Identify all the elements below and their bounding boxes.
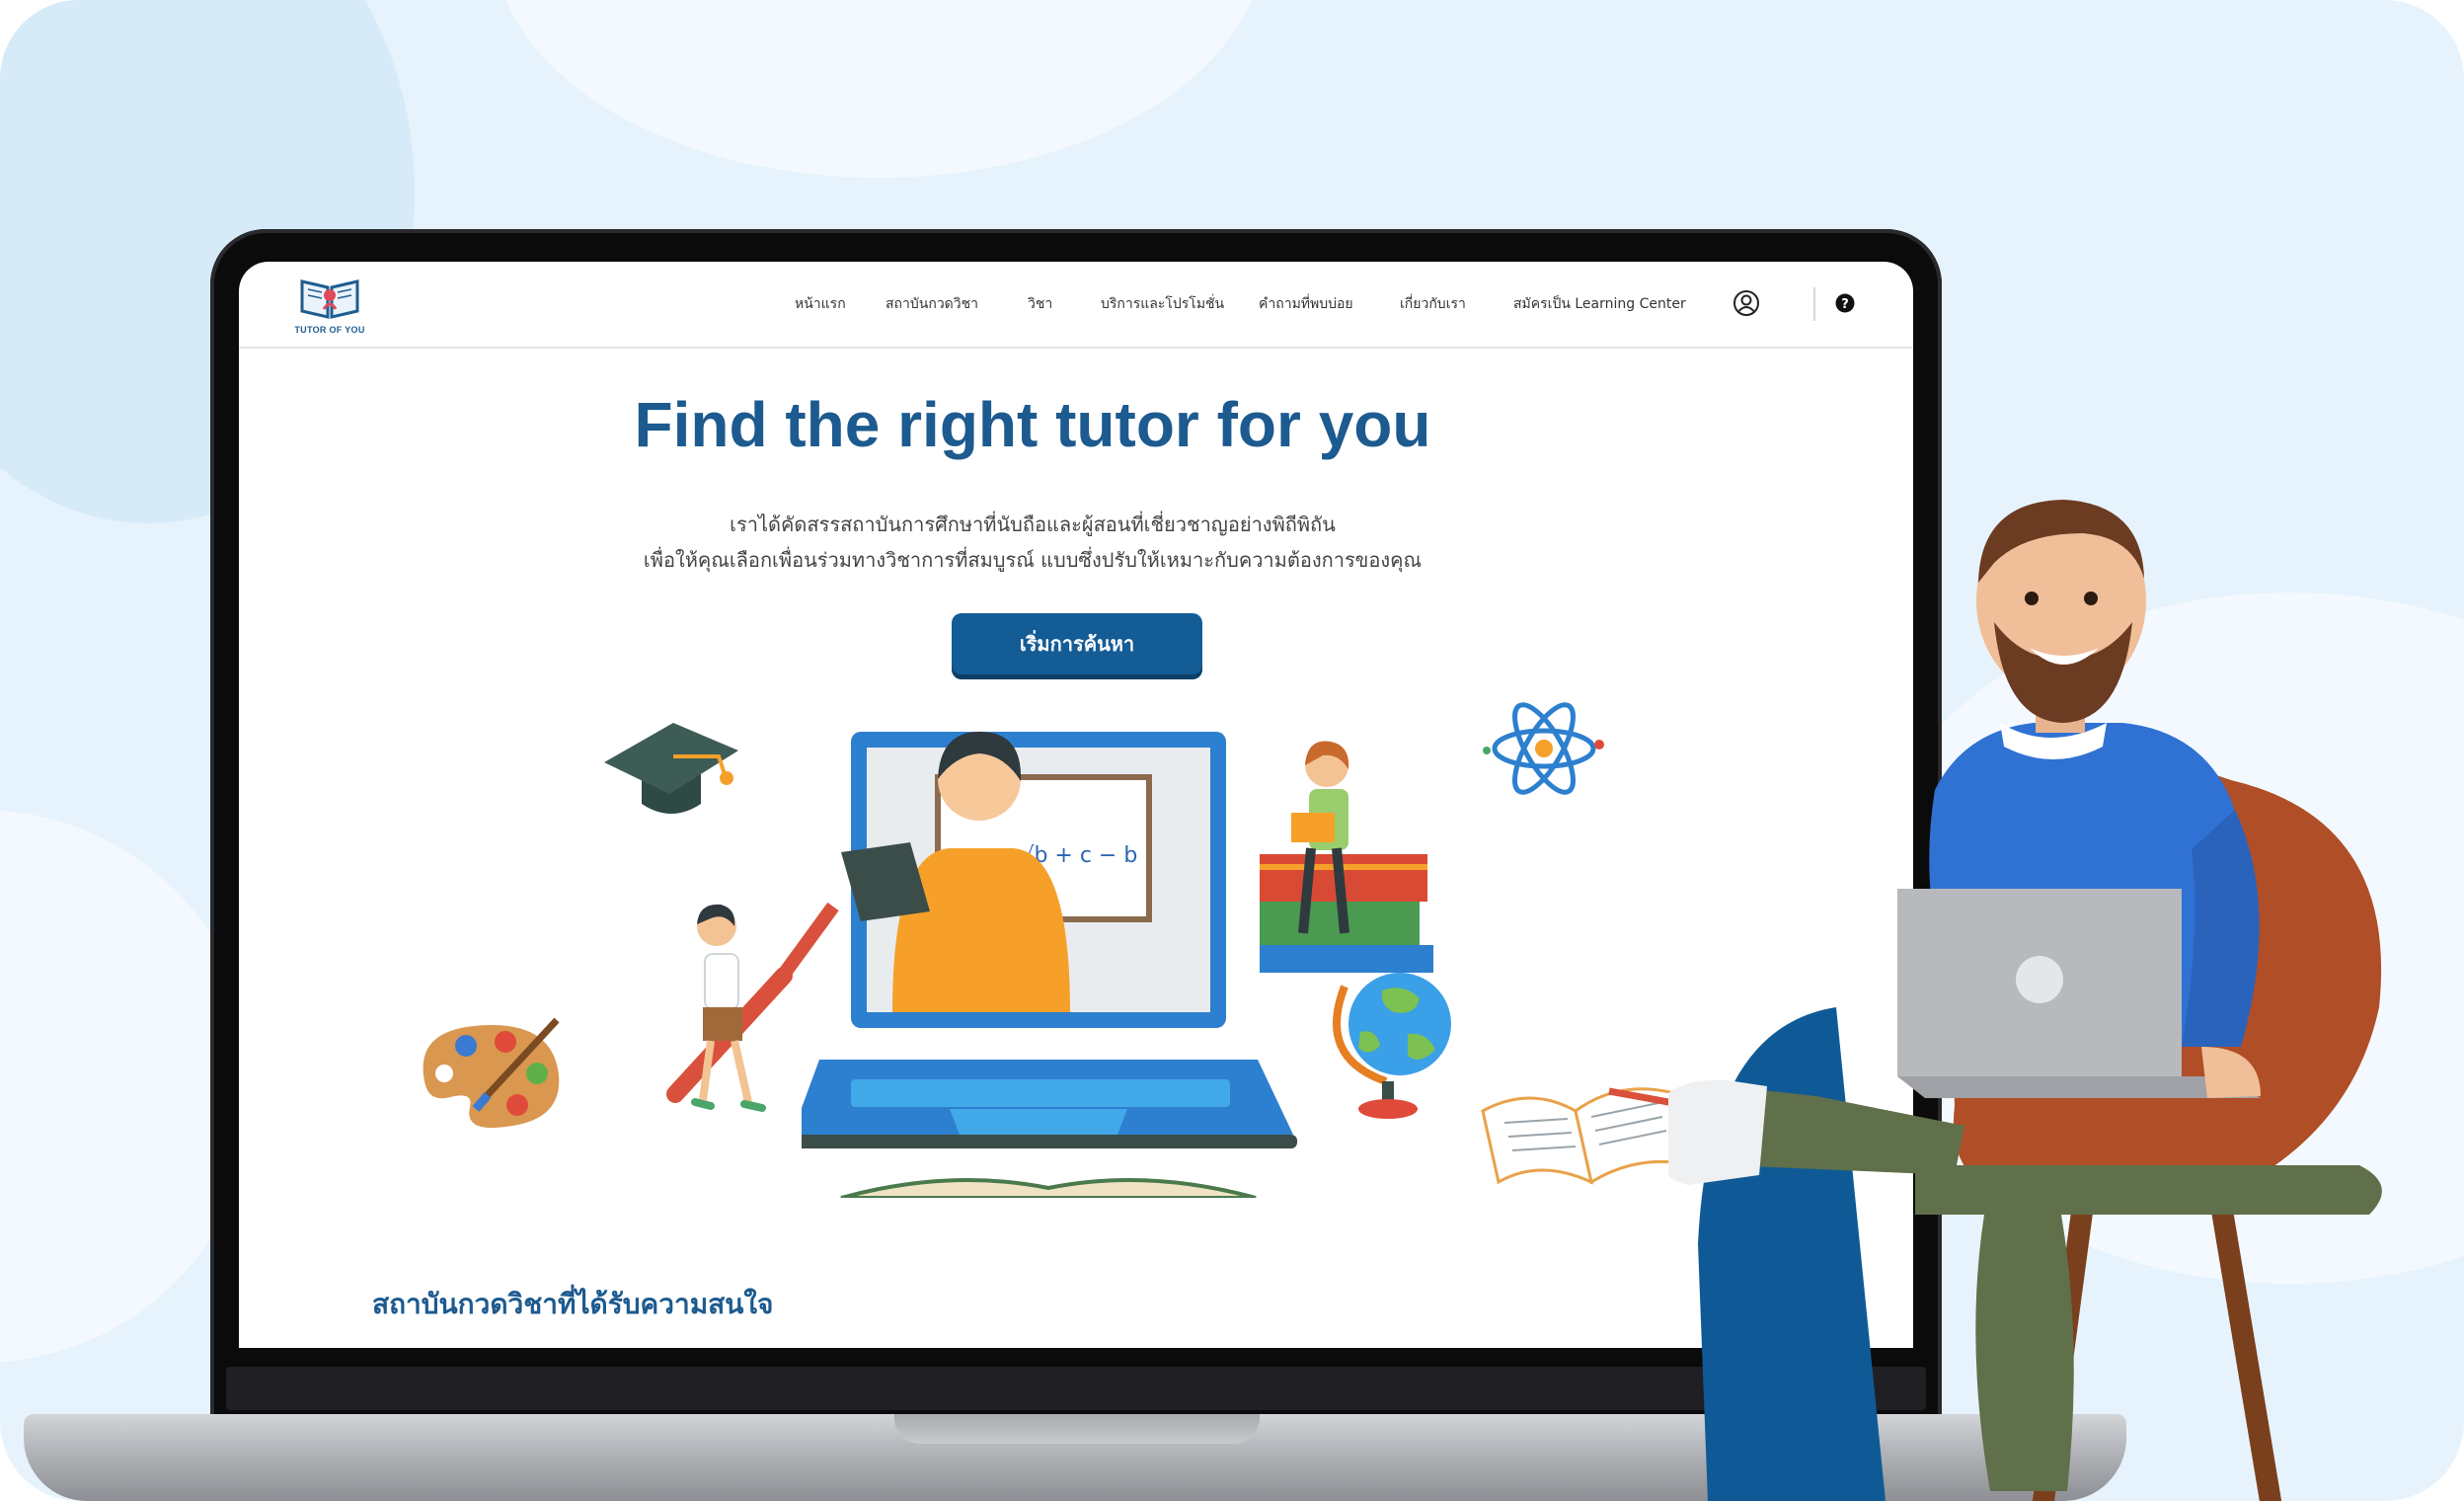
user-circle-icon[interactable]: [1732, 289, 1760, 317]
hero-title: Find the right tutor for you: [634, 389, 1431, 460]
logo-text: TUTOR OF YOU: [294, 325, 365, 335]
paint-palette-icon: [423, 1017, 560, 1129]
nav-item-subjects[interactable]: วิชา: [1028, 293, 1052, 315]
laptop-notch: [894, 1414, 1260, 1444]
atom-icon: [1483, 702, 1604, 795]
globe-icon: [1333, 973, 1451, 1119]
navbar: TUTOR OF YOU หน้าแรก สถาบันกวดวิชา วิชา …: [239, 262, 1913, 349]
popular-institutes-title: สถาบันกวดวิชาที่ได้รับความสนใจ: [372, 1288, 774, 1320]
website-screen: TUTOR OF YOU หน้าแรก สถาบันกวดวิชา วิชา …: [239, 262, 1913, 1348]
nav-item-services[interactable]: บริการและโปรโมชั่น: [1101, 293, 1224, 315]
mockup-stage: TUTOR OF YOU หน้าแรก สถาบันกวดวิชา วิชา …: [0, 0, 2464, 1501]
open-book-logo-icon: [300, 279, 359, 319]
start-search-button[interactable]: เริ่มการค้นหา: [952, 613, 1202, 674]
nav-item-faq[interactable]: คำถามที่พบบ่อย: [1259, 293, 1353, 315]
man-with-laptop-illustration: [1668, 500, 2382, 1501]
help-icon[interactable]: ?: [1835, 293, 1855, 313]
svg-text:?: ?: [1841, 297, 1849, 312]
background-blob: [494, 0, 1264, 178]
graduation-cap-icon: [604, 723, 738, 814]
online-teacher-illustration: x = √b + c − b: [802, 731, 1297, 1198]
nav-item-home[interactable]: หน้าแรก: [795, 293, 846, 315]
girl-reading-on-books-illustration: [1260, 741, 1433, 973]
nav-item-register-center[interactable]: สมัครเป็น Learning Center: [1513, 293, 1686, 315]
hero-subtitle-line1: เราได้คัดสรรสถาบันการศึกษาที่นับถือและผู…: [730, 513, 1336, 536]
brand-logo[interactable]: TUTOR OF YOU: [290, 274, 369, 339]
kid-with-pencil-illustration: [666, 902, 839, 1112]
nav-item-about[interactable]: เกี่ยวกับเรา: [1400, 293, 1466, 315]
nav-item-institutes[interactable]: สถาบันกวดวิชา: [886, 293, 978, 315]
hero-subtitle-line2: เพื่อให้คุณเลือกเพื่อนร่วมทางวิชาการที่ส…: [643, 548, 1423, 572]
nav-divider: [1813, 287, 1815, 321]
